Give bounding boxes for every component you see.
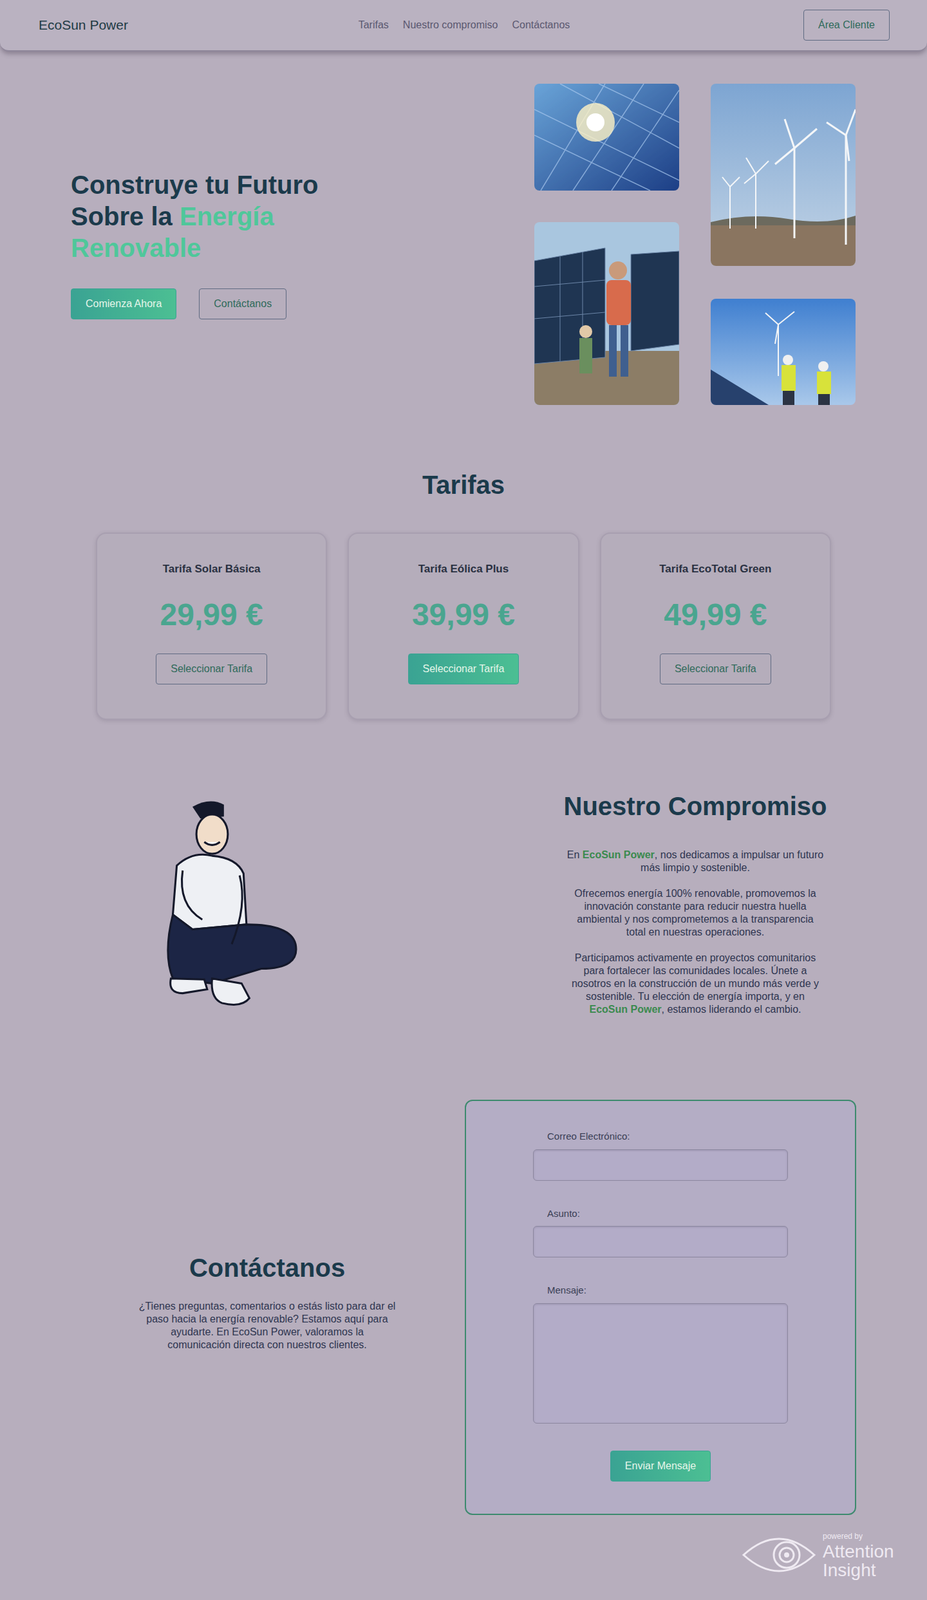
contact-intro: Contáctanos ¿Tienes preguntas, comentario… — [70, 1099, 464, 1515]
hero-photo — [710, 298, 856, 405]
paragraph-segment: , estamos liderando el cambio. — [661, 1003, 802, 1015]
tariff-price: 29,99 € — [110, 591, 313, 638]
text-field[interactable] — [533, 1225, 788, 1258]
text-field[interactable] — [533, 1149, 788, 1181]
tariff-card: Tarifa EcoTotal Green 49,99 € Seleccionar … — [599, 532, 832, 720]
hero-photos — [534, 83, 856, 405]
commitment-title: Nuestro Compromiso — [553, 790, 837, 822]
hero-section: Construye tu Futuro Sobre la Energía Ren… — [0, 51, 927, 405]
hero-buttons: Comienza Ahora Contáctanos — [70, 288, 393, 320]
field-label: Correo Electrónico: — [547, 1129, 788, 1144]
tariff-card: Tarifa Eólica Plus 39,99 € Seleccionar Tar… — [347, 532, 579, 720]
tariff-name: Tarifa Eólica Plus — [361, 560, 565, 578]
commitment-paragraph: Ofrecemos energía 100% renovable, promov… — [566, 887, 824, 939]
hero-text: Construye tu Futuro Sobre la Energía Ren… — [70, 169, 393, 320]
tariffs-title: Tarifas — [0, 469, 927, 501]
hero-button[interactable]: Contáctanos — [198, 288, 287, 320]
select-tariff-button[interactable]: Seleccionar Tarifa — [408, 653, 520, 685]
nav-link[interactable]: Tarifas — [358, 17, 389, 33]
eye-icon — [740, 1528, 818, 1581]
paragraph-segment: Ofrecemos energía 100% renovable, promov… — [574, 887, 816, 938]
commitment-paragraph: En EcoSun Power, nos dedicamos a impulsa… — [566, 848, 824, 875]
contact-text: ¿Tienes preguntas, comentarios o estás l… — [138, 1299, 396, 1352]
tariff-name: Tarifa EcoTotal Green — [614, 560, 817, 578]
nav-links: Tarifas Nuestro compromiso Contáctanos — [351, 17, 578, 33]
commitment-text: Nuestro CompromisoEn EcoSun Power, nos d… — [553, 790, 837, 1029]
nav-link[interactable]: Contáctanos — [511, 17, 570, 33]
wind-photo-icon — [710, 83, 856, 266]
tariff-name: Tarifa Solar Básica — [110, 560, 313, 578]
hero-photo — [534, 83, 680, 191]
top-navbar: EcoSun Power Tarifas Nuestro compromiso Con… — [0, 0, 927, 52]
hero-button[interactable]: Comienza Ahora — [70, 288, 177, 320]
paragraph-segment: , nos dedicamos a impulsar un futuro más… — [640, 849, 824, 873]
engineers-photo-icon — [710, 298, 856, 405]
paragraph-segment: EcoSun Power — [589, 1003, 662, 1015]
hero-photo — [534, 222, 680, 405]
brand-logo[interactable]: EcoSun Power — [38, 17, 129, 33]
commitment-paragraph: Participamos activamente en proyectos co… — [566, 951, 824, 1016]
tariff-cards: Tarifa Solar Básica 29,99 € Seleccionar Ta… — [95, 532, 832, 720]
contact-section: Contáctanos ¿Tienes preguntas, comentario… — [0, 1099, 927, 1515]
hero-title: Construye tu Futuro Sobre la Energía Ren… — [70, 169, 393, 264]
hero-photo — [710, 83, 856, 266]
field-label: Asunto: — [547, 1206, 788, 1222]
tariff-card: Tarifa Solar Básica 29,99 € Seleccionar Ta… — [95, 532, 328, 720]
solar-photo-icon — [534, 83, 680, 191]
client-area-button[interactable]: Área Cliente — [803, 9, 890, 41]
submit-button[interactable]: Enviar Mensaje — [610, 1450, 711, 1482]
paragraph-segment: En — [567, 849, 583, 861]
tariffs-section: Tarifas Tarifa Solar Básica 29,99 € Selecci… — [0, 469, 927, 720]
select-tariff-button[interactable]: Seleccionar Tarifa — [659, 653, 772, 685]
watermark-caption: powered by — [822, 1530, 913, 1542]
photo-column — [710, 83, 856, 405]
worker-photo-icon — [534, 222, 680, 405]
commitment-section: Nuestro CompromisoEn EcoSun Power, nos d… — [0, 790, 927, 1029]
watermark: powered byAttention Insight — [740, 1528, 913, 1581]
paragraph-segment: EcoSun Power — [582, 849, 655, 861]
contact-form: Correo Electrónico: Asunto: Mensaje: Enviar… — [464, 1099, 857, 1515]
tariff-price: 49,99 € — [614, 591, 817, 638]
select-tariff-button[interactable]: Seleccionar Tarifa — [155, 653, 268, 685]
paragraph-segment: Participamos activamente en proyectos co… — [571, 952, 819, 1002]
contact-title: Contáctanos — [189, 1252, 346, 1283]
photo-column — [534, 83, 680, 405]
sitting-person-icon — [153, 795, 311, 1025]
field-label: Mensaje: — [547, 1282, 788, 1298]
message-field[interactable] — [533, 1302, 788, 1424]
nav-link[interactable]: Nuestro compromiso — [402, 17, 499, 33]
watermark-name: Attention Insight — [822, 1541, 913, 1580]
tariff-price: 39,99 € — [361, 591, 565, 638]
